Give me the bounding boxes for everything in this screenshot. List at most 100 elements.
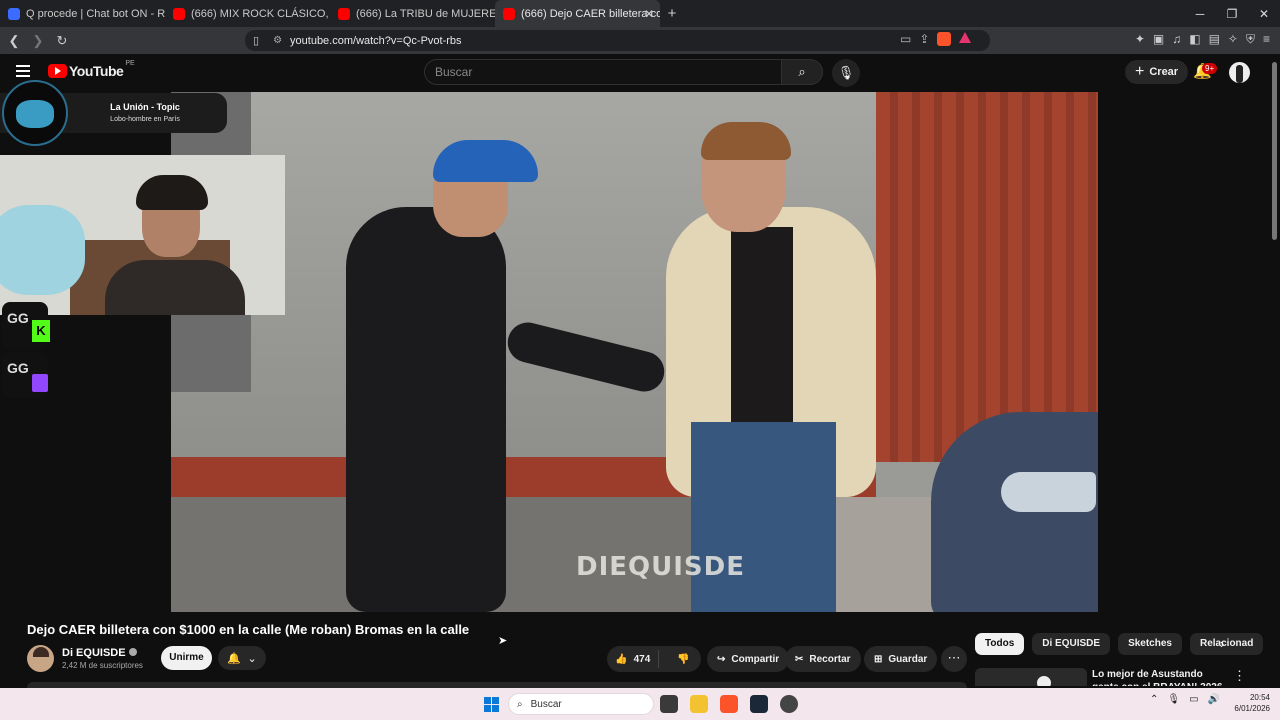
restore-button[interactable]: ❐ [1216, 7, 1248, 21]
twitch-icon [32, 374, 48, 392]
youtube-logo[interactable]: YouTube PE [48, 59, 135, 79]
vpn-icon[interactable]: ⛨ [1246, 32, 1255, 47]
new-tab-button[interactable]: + [660, 5, 684, 22]
video-person-right-jeans [691, 422, 836, 612]
subscriber-count: 2,42 M de suscriptores [62, 661, 143, 670]
bookmark-icon[interactable]: ▯ [253, 34, 259, 47]
like-dislike-group: 👍 474 👎 [607, 646, 701, 672]
chevron-right-icon[interactable]: › [1220, 636, 1224, 651]
taskbar-search-input[interactable]: ⌕ Buscar [508, 693, 654, 715]
video-car [931, 412, 1098, 612]
video-player[interactable]: DIEQUISDE [171, 92, 1098, 612]
back-icon[interactable]: ❮ [4, 33, 24, 49]
filter-chip[interactable]: Todos [975, 633, 1025, 655]
create-label: Crear [1149, 66, 1179, 78]
user-avatar[interactable] [1229, 62, 1250, 83]
tray-microphone-icon[interactable]: 🎙 [1167, 694, 1180, 705]
scrollbar-thumb[interactable] [1272, 62, 1277, 240]
task-view-icon[interactable] [660, 695, 678, 713]
kick-icon: K [32, 320, 50, 342]
subscription-bell-button[interactable]: 🔔 ⌄ [218, 646, 266, 670]
chevron-down-icon: ⌄ [247, 652, 257, 665]
country-code: PE [125, 59, 135, 67]
cast-icon[interactable]: ▭ [900, 32, 911, 46]
share-icon[interactable]: ⇪ [919, 32, 929, 46]
reload-icon[interactable]: ↻ [52, 33, 72, 49]
search-input[interactable]: Buscar [424, 59, 782, 85]
tray-chevron-up-icon[interactable]: ⌃ [1150, 694, 1158, 705]
system-tray: ⌃ 🎙 ▭ 🔊 [1150, 694, 1220, 705]
minimize-button[interactable]: ─ [1184, 7, 1216, 21]
video-watermark: DIEQUISDE [576, 552, 745, 582]
close-window-button[interactable]: ✕ [1248, 7, 1280, 21]
tab-close-icon[interactable]: ✕ [644, 7, 654, 21]
verified-icon [128, 648, 137, 656]
browser-tab-bar: Q procede | Chat bot ON - Restream (666) … [0, 0, 1280, 27]
sidebar-icon[interactable]: ◧ [1189, 32, 1200, 47]
brave-browser-icon[interactable] [720, 695, 738, 713]
gg-kick-label: GG [7, 310, 29, 326]
video-person-right-shirt [731, 227, 793, 427]
like-button[interactable]: 👍 474 [607, 650, 660, 668]
browser-menu-icon[interactable]: ≡ [1263, 32, 1270, 47]
join-button[interactable]: Unirme [161, 646, 212, 670]
media-icon[interactable]: ♫ [1172, 32, 1181, 47]
microphone-icon[interactable]: 🎙 [832, 59, 860, 87]
leo-icon[interactable]: ✧ [1228, 32, 1238, 47]
tab-favicon-icon [503, 7, 515, 20]
recommended-video-thumbnail[interactable] [975, 668, 1087, 686]
browser-tab[interactable]: (666) Dejo CAER billetera con ✕ [495, 0, 660, 27]
now-playing-title: La Unión - Topic [110, 102, 180, 112]
filter-chip[interactable]: Di EQUISDE [1032, 633, 1111, 655]
hamburger-menu-icon[interactable] [16, 65, 30, 77]
webcam-hair [136, 175, 208, 210]
brave-rewards-icon[interactable] [959, 32, 972, 43]
browser-tab[interactable]: (666) La TRIBU de MUJERES que NUN [330, 0, 495, 27]
taskbar-clock[interactable]: 20:54 6/01/2026 [1226, 692, 1270, 714]
brave-shields-icon[interactable] [937, 32, 952, 46]
now-playing-subtitle: Lobo-hombre en París [110, 116, 180, 123]
forward-icon[interactable]: ❯ [28, 33, 48, 49]
browser-tab[interactable]: Q procede | Chat bot ON - Restream [0, 0, 165, 27]
webcam-body [105, 260, 245, 315]
window-controls: ─ ❐ ✕ [1184, 7, 1280, 21]
notifications-badge: 9+ [1202, 63, 1218, 74]
steam-icon[interactable] [750, 695, 768, 713]
tab-favicon-icon [173, 7, 185, 20]
obs-icon[interactable] [780, 695, 798, 713]
url-text: youtube.com/watch?v=Qc-Pvot-rbs [290, 34, 462, 47]
search-icon[interactable]: ⌕ [781, 59, 823, 85]
filter-chip[interactable]: Relacionad [1189, 633, 1264, 655]
video-blue-cap [433, 140, 538, 182]
channel-name[interactable]: Di EQUISDE [62, 647, 126, 659]
site-info-icon[interactable]: ⚙ [273, 35, 282, 46]
clip-button[interactable]: ✂ Recortar [785, 646, 861, 672]
extensions-icon[interactable]: ✦ [1135, 32, 1145, 47]
recommended-video-title[interactable]: Lo mejor de Asustando gente con el BRAYA… [1092, 668, 1227, 686]
channel-name-row[interactable]: Di EQUISDE [62, 647, 137, 659]
share-button[interactable]: ↪ Compartir [707, 646, 790, 672]
video-title: Dejo CAER billetera con $1000 en la call… [27, 622, 470, 637]
recommended-more-icon[interactable]: ⋮ [1233, 668, 1246, 684]
filter-chip[interactable]: Sketches [1118, 633, 1182, 655]
windows-start-icon[interactable] [484, 697, 499, 712]
tab-favicon-icon [338, 7, 350, 20]
save-button[interactable]: ⊞ Guardar [864, 646, 938, 672]
dislike-button[interactable]: 👎 [665, 654, 701, 665]
create-button[interactable]: + Crear [1125, 60, 1189, 84]
tab-label: Q procede | Chat bot ON - Restream [26, 7, 165, 20]
tray-volume-icon[interactable]: 🔊 [1208, 694, 1220, 705]
tray-display-icon[interactable]: ▭ [1189, 694, 1198, 705]
taskbar-apps [660, 695, 798, 713]
browser-extensions: ✦ ▣ ♫ ◧ ▤ ✧ ⛨ ≡ [1135, 32, 1270, 47]
browser-tab[interactable]: (666) MIX ROCK CLÁSICO, EN ESPAÑ [165, 0, 330, 27]
like-count: 474 [633, 653, 651, 665]
url-bar[interactable]: ▯ ⚙ youtube.com/watch?v=Qc-Pvot-rbs [245, 30, 990, 51]
channel-avatar[interactable] [27, 645, 54, 672]
share-arrow-icon: ↪ [717, 653, 726, 665]
more-actions-icon[interactable]: ⋯ [941, 646, 967, 672]
file-explorer-icon[interactable] [690, 695, 708, 713]
video-person-right-hair [701, 122, 791, 160]
screenshot-icon[interactable]: ▣ [1153, 32, 1164, 47]
wallet-icon[interactable]: ▤ [1209, 32, 1220, 47]
